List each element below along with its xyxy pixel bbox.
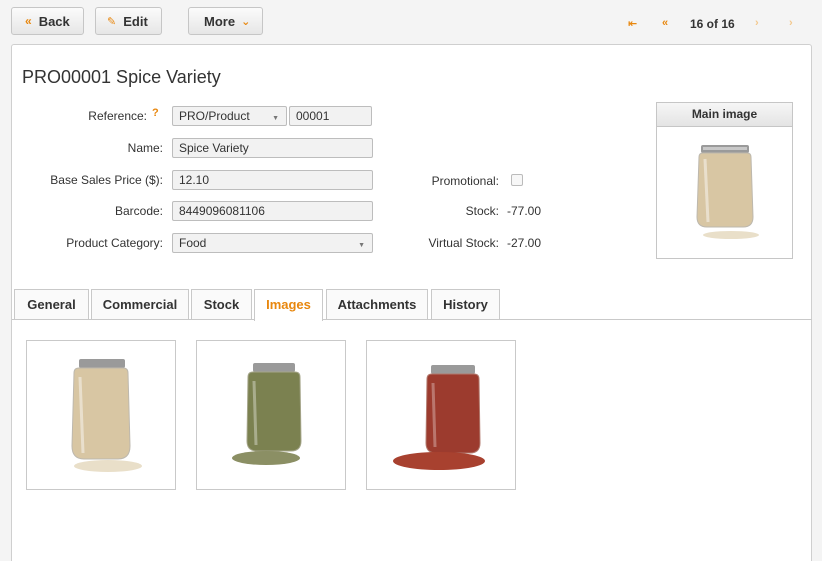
main-product-image[interactable]	[675, 127, 775, 245]
pencil-icon: ✎	[107, 15, 117, 28]
main-image-panel: Main image	[656, 102, 793, 259]
page-title: PRO00001 Spice Variety	[22, 67, 221, 87]
name-label: Name:	[127, 141, 163, 155]
promotional-checkbox[interactable]	[511, 174, 523, 186]
stock-value: -77.00	[507, 204, 542, 218]
back-button[interactable]: « Back	[11, 7, 84, 35]
next-page-icon: ›	[755, 17, 759, 29]
name-field[interactable]: Spice Variety	[172, 138, 373, 158]
tab-images[interactable]: Images	[254, 289, 323, 321]
gallery-image-herbs[interactable]	[196, 340, 346, 490]
barcode-field[interactable]: 8449096081106	[172, 201, 373, 221]
barcode-label: Barcode:	[114, 204, 163, 218]
tab-commercial[interactable]: Commercial	[91, 289, 189, 320]
virtual-stock-label: Virtual Stock:	[428, 236, 499, 250]
reference-prefix-select[interactable]: PRO/Product	[172, 106, 287, 126]
tab-stock[interactable]: Stock	[191, 289, 252, 320]
first-page-icon[interactable]: ⇤	[628, 17, 637, 30]
chevron-down-icon: ⌄	[241, 15, 251, 28]
category-select[interactable]: Food	[172, 233, 373, 253]
price-field[interactable]: 12.10	[172, 170, 373, 190]
price-label: Base Sales Price ($):	[50, 173, 163, 187]
edit-button[interactable]: ✎ Edit	[95, 7, 162, 35]
edit-label: Edit	[123, 13, 148, 29]
promotional-label: Promotional:	[431, 174, 499, 188]
gallery-image-beans[interactable]	[26, 340, 176, 490]
more-button[interactable]: More ⌄	[188, 7, 263, 35]
reference-label: Reference:	[88, 109, 147, 123]
tab-attachments[interactable]: Attachments	[326, 289, 428, 320]
beans-jar-image	[71, 359, 142, 472]
herbs-jar-image	[232, 363, 302, 465]
pager-text: 16 of 16	[690, 17, 735, 31]
virtual-stock-value: -27.00	[507, 236, 542, 250]
back-label: Back	[38, 13, 70, 29]
last-page-icon: ›	[789, 17, 793, 29]
more-label: More	[204, 13, 236, 29]
main-image-header: Main image	[657, 103, 792, 127]
reference-number-field[interactable]: 00001	[289, 106, 372, 126]
previous-page-icon[interactable]: «	[662, 17, 668, 29]
tab-divider	[12, 319, 812, 320]
chili-jar-image	[393, 365, 485, 470]
category-label: Product Category:	[66, 236, 163, 250]
gallery-image-chili[interactable]	[366, 340, 516, 490]
tab-history[interactable]: History	[431, 289, 500, 320]
tab-general[interactable]: General	[14, 289, 89, 320]
double-chevron-left-icon: «	[25, 14, 32, 28]
help-icon[interactable]: ?	[152, 107, 159, 119]
stock-label: Stock:	[465, 204, 499, 218]
